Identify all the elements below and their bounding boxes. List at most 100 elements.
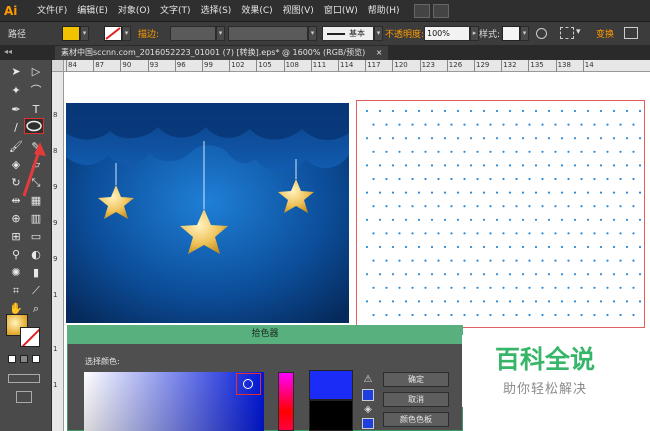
stroke-swatch[interactable] xyxy=(104,26,122,41)
pattern-dot xyxy=(619,177,622,181)
pattern-dot xyxy=(365,300,369,303)
ruler-tick xyxy=(256,60,258,72)
pattern-dot xyxy=(502,259,505,262)
opacity-dropdown[interactable]: ▸ xyxy=(470,26,479,41)
pattern-dot xyxy=(365,218,369,221)
pattern-dot xyxy=(378,218,382,221)
fill-swatch[interactable] xyxy=(62,26,80,41)
stroke-weight-dropdown[interactable]: ▾ xyxy=(216,26,225,41)
arrange-documents-button[interactable] xyxy=(433,4,449,18)
color-mode-button[interactable] xyxy=(8,355,16,363)
web-safe-cube-icon[interactable]: ◈ xyxy=(362,404,374,416)
out-of-gamut-warning-icon[interactable]: ⚠ xyxy=(362,374,374,386)
style-dropdown[interactable]: ▾ xyxy=(520,26,529,41)
pen-tool-icon[interactable]: ✒ xyxy=(6,102,26,118)
close-tab-icon[interactable]: × xyxy=(376,48,383,57)
pattern-dot xyxy=(593,313,596,317)
selection-tool-icon[interactable]: ➤ xyxy=(6,64,26,80)
menu-edit[interactable]: 编辑(E) xyxy=(72,0,113,22)
pattern-dot xyxy=(534,273,538,276)
fill-dropdown[interactable]: ▾ xyxy=(80,26,89,41)
ruler-origin[interactable] xyxy=(52,60,64,72)
pattern-dot xyxy=(593,232,596,235)
artboard-tool-icon[interactable]: ⌗ xyxy=(6,283,26,299)
isolate-icon[interactable] xyxy=(624,27,638,39)
gradient-tool-icon[interactable]: ▭ xyxy=(26,229,46,245)
graphic-style-swatch[interactable] xyxy=(502,26,520,41)
direct-selection-tool-icon[interactable]: ▷ xyxy=(26,64,46,80)
slice-tool-icon[interactable]: ⟋ xyxy=(26,283,46,299)
menu-file[interactable]: 文件(F) xyxy=(32,0,72,22)
pattern-dot xyxy=(521,109,525,113)
blend-tool-icon[interactable]: ◐ xyxy=(26,247,46,263)
pattern-dot xyxy=(547,245,551,249)
zoom-tool-icon[interactable]: ⌕ xyxy=(26,301,46,317)
color-swatches-button[interactable]: 颜色色板 xyxy=(383,412,449,427)
menu-type[interactable]: 文字(T) xyxy=(155,0,196,22)
pattern-dot xyxy=(580,150,583,153)
ellipse-tool-icon[interactable] xyxy=(24,118,44,134)
stroke-proxy[interactable] xyxy=(20,327,40,347)
pattern-dot xyxy=(430,191,434,194)
menu-effect[interactable]: 效果(C) xyxy=(236,0,277,22)
menu-object[interactable]: 对象(O) xyxy=(113,0,155,22)
pattern-dot xyxy=(372,205,375,208)
pattern-dot xyxy=(580,205,583,208)
lasso-tool-icon[interactable]: ⌒ xyxy=(26,83,46,99)
gradient-mode-button[interactable] xyxy=(20,355,28,363)
menu-window[interactable]: 窗口(W) xyxy=(319,0,363,22)
type-tool-icon[interactable]: T xyxy=(26,102,46,118)
brush-definition[interactable]: 基本 xyxy=(322,26,374,41)
pattern-dot xyxy=(365,164,369,167)
menu-help[interactable]: 帮助(H) xyxy=(363,0,405,22)
perspective-tool-icon[interactable]: ▥ xyxy=(26,211,46,227)
transform-label[interactable]: 变换 xyxy=(596,27,614,40)
web-safe-color-swatch[interactable] xyxy=(362,418,374,429)
pattern-dot xyxy=(469,245,473,249)
ruler-number: 108 xyxy=(285,61,299,69)
menu-select[interactable]: 选择(S) xyxy=(196,0,237,22)
eyedropper-tool-icon[interactable]: ⚲ xyxy=(6,247,26,263)
cancel-button[interactable]: 取消 xyxy=(383,392,449,407)
pattern-dot xyxy=(625,109,629,113)
pattern-dot xyxy=(599,300,603,303)
variable-width-profile[interactable] xyxy=(228,26,308,41)
gamut-color-swatch[interactable] xyxy=(362,389,374,401)
collapse-panel-icon[interactable]: ◂◂ xyxy=(4,47,12,56)
stroke-weight-field[interactable] xyxy=(170,26,216,41)
profile-dropdown[interactable]: ▾ xyxy=(308,26,317,41)
pattern-dot xyxy=(632,313,635,317)
original-color-swatch[interactable] xyxy=(309,400,353,431)
document-tab[interactable]: 素材中国sccnn.com_2016052223_01001 (7) [转换].… xyxy=(55,46,389,60)
pattern-dot xyxy=(489,123,492,126)
artwork-night-sky[interactable] xyxy=(66,103,349,323)
pattern-dot xyxy=(398,150,401,153)
align-icon[interactable] xyxy=(560,27,574,39)
none-mode-button[interactable] xyxy=(32,355,40,363)
stroke-label[interactable]: 描边: xyxy=(138,27,159,40)
opacity-label[interactable]: 不透明度: xyxy=(385,27,424,40)
magic-wand-tool-icon[interactable]: ✦ xyxy=(6,83,26,99)
color-field-cursor[interactable] xyxy=(243,379,253,389)
recolor-artwork-icon[interactable] xyxy=(536,28,547,39)
pattern-dot xyxy=(450,259,453,262)
pattern-dot xyxy=(411,150,414,153)
ok-button[interactable]: 确定 xyxy=(383,372,449,387)
menu-view[interactable]: 视图(V) xyxy=(278,0,319,22)
opacity-field[interactable]: 100% xyxy=(424,26,470,41)
bridge-button[interactable] xyxy=(414,4,430,18)
symbol-sprayer-tool-icon[interactable]: ✺ xyxy=(6,265,26,281)
hue-slider[interactable] xyxy=(278,372,294,431)
shape-builder-tool-icon[interactable]: ⊕ xyxy=(6,211,26,227)
brush-dropdown[interactable]: ▾ xyxy=(374,26,383,41)
mesh-tool-icon[interactable]: ⊞ xyxy=(6,229,26,245)
stroke-dropdown[interactable]: ▾ xyxy=(122,26,131,41)
line-tool-icon[interactable]: / xyxy=(6,120,26,136)
screen-mode-button[interactable] xyxy=(16,391,32,403)
graph-tool-icon[interactable]: ▮ xyxy=(26,265,46,281)
pattern-dot xyxy=(508,245,512,249)
dot-pattern-artboard[interactable] xyxy=(356,100,645,328)
draw-mode-buttons[interactable] xyxy=(8,374,40,383)
pattern-dot xyxy=(528,259,531,262)
pattern-dot xyxy=(385,259,388,262)
